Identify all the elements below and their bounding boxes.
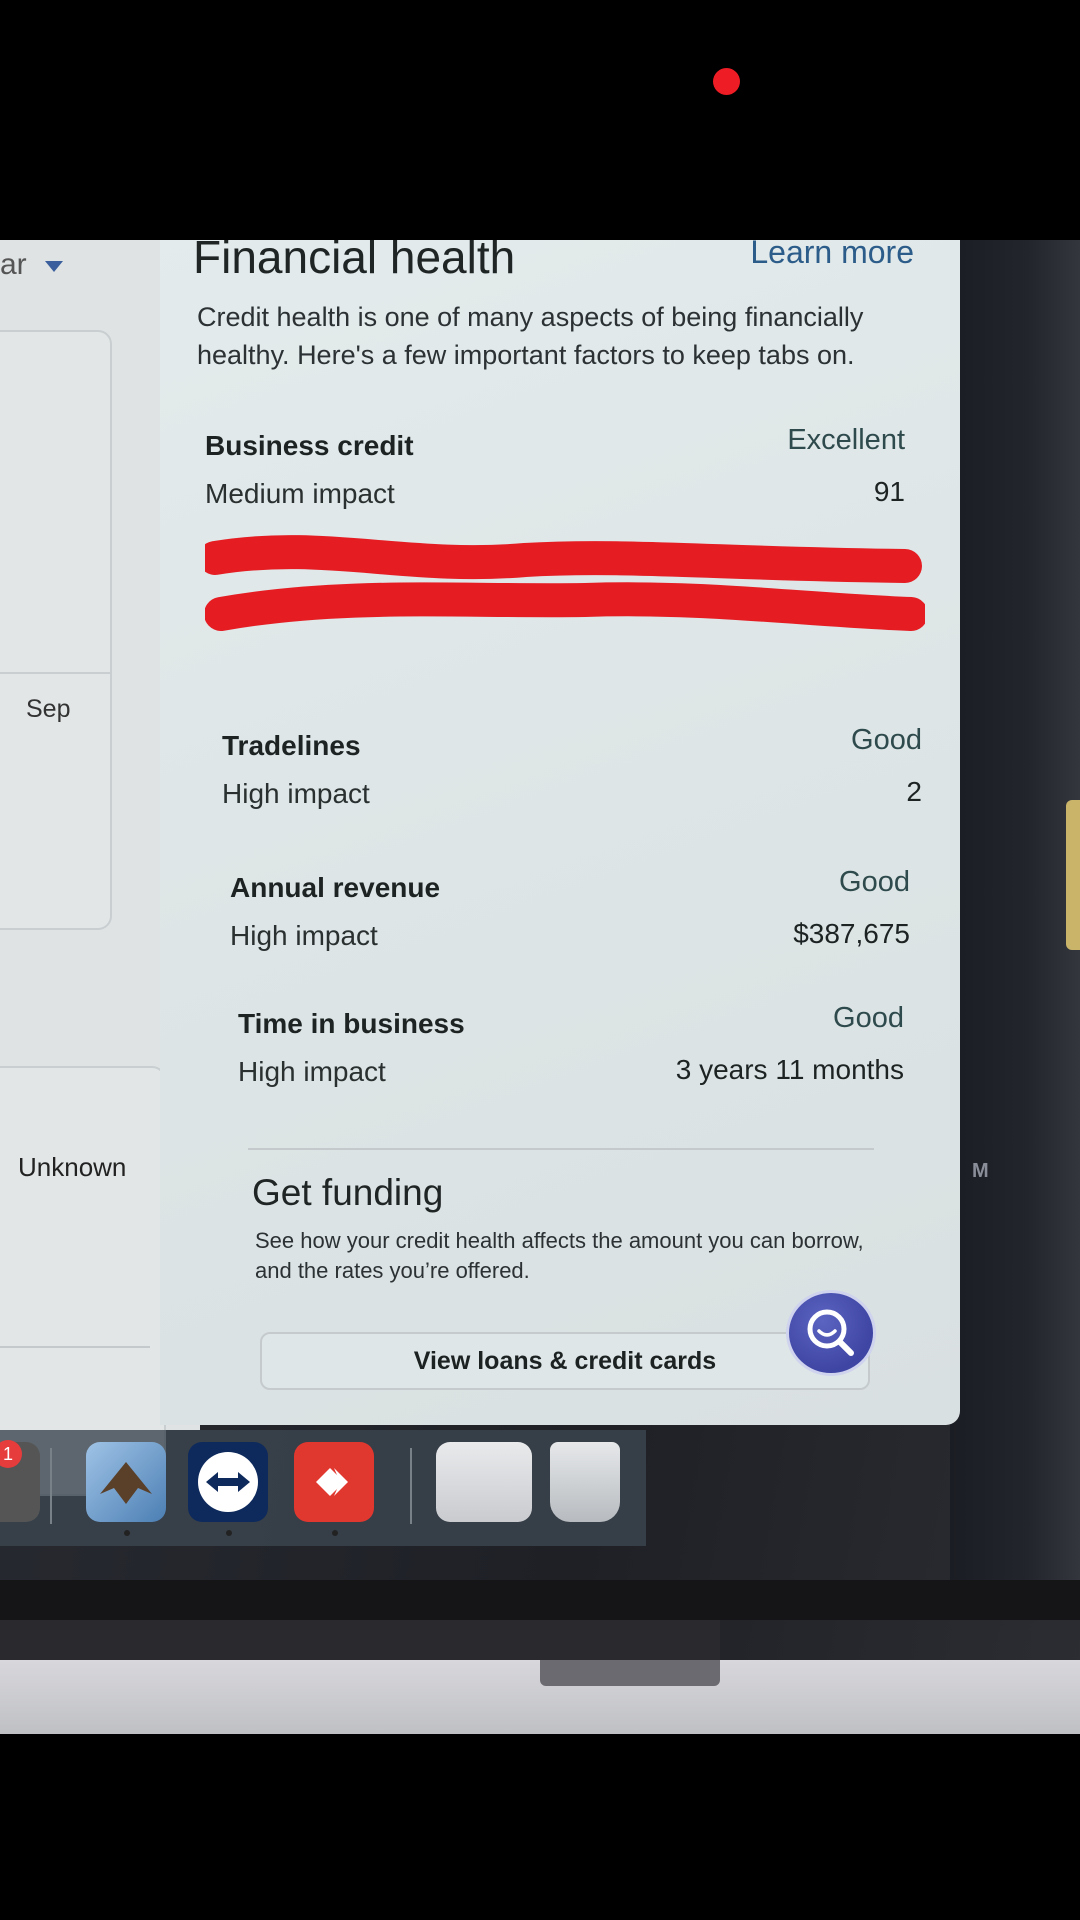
learn-more-link[interactable]: Learn more — [750, 240, 914, 271]
dock-separator — [410, 1448, 412, 1524]
factor-business-credit: Business credit Medium impact Excellent … — [205, 424, 905, 520]
period-dropdown[interactable]: ar — [0, 248, 63, 282]
factor-tradelines: Tradelines High impact Good 2 — [222, 724, 922, 820]
panel-description: Credit health is one of many aspects of … — [197, 302, 864, 370]
factor-rating: Good — [839, 866, 910, 898]
factor-name: Time in business — [238, 1008, 465, 1039]
status-label: Unknown — [18, 1152, 127, 1182]
factor-name: Tradelines — [222, 730, 361, 761]
factor-value: $387,675 — [793, 918, 910, 949]
dock-running-indicator — [124, 1530, 130, 1536]
factor-impact: High impact — [230, 920, 378, 951]
funding-title: Get funding — [252, 1172, 444, 1213]
left-card — [0, 330, 112, 930]
factor-value: 3 years 11 months — [675, 1054, 904, 1085]
factor-name: Business credit — [205, 430, 414, 461]
divider — [0, 1346, 150, 1348]
laptop-hinge — [0, 1580, 1080, 1620]
mail-app-icon[interactable] — [86, 1442, 166, 1522]
factor-rating: Good — [851, 724, 922, 756]
factor-impact: Medium impact — [205, 478, 395, 509]
redaction-scribble — [205, 535, 925, 631]
bezel-accent — [1066, 800, 1080, 950]
laptop-notch — [540, 1660, 720, 1686]
factor-value: 2 — [906, 776, 922, 807]
bezel-letter: M — [972, 1160, 989, 1182]
factor-rating: Good — [833, 1002, 904, 1034]
month-label: Sep — [26, 695, 71, 723]
recording-indicator — [713, 68, 740, 95]
factor-name: Annual revenue — [230, 872, 441, 903]
factor-impact: High impact — [222, 778, 370, 809]
factor-value: 91 — [873, 476, 905, 507]
dock: 1 — [0, 1430, 646, 1546]
laptop-bezel: M — [950, 240, 1080, 1600]
search-chat-icon — [807, 1309, 854, 1356]
anydesk-icon[interactable] — [294, 1442, 374, 1522]
trash-icon[interactable] — [550, 1442, 620, 1522]
factor-annual-revenue: Annual revenue High impact Good $387,675 — [230, 866, 910, 962]
funding-description: See how your credit health affects the a… — [255, 1228, 864, 1283]
dock-running-indicator — [332, 1530, 338, 1536]
panel-title: Financial health — [193, 240, 516, 283]
period-dropdown-label: ar — [0, 248, 27, 281]
view-loans-button[interactable]: View loans & credit cards — [260, 1332, 870, 1390]
chat-button[interactable] — [786, 1290, 876, 1376]
documents-stack-icon[interactable] — [436, 1442, 532, 1522]
dock-separator — [50, 1448, 52, 1524]
laptop-base — [0, 1660, 1080, 1734]
teamviewer-icon[interactable] — [188, 1442, 268, 1522]
chevron-down-icon — [44, 260, 63, 272]
factor-impact: High impact — [238, 1056, 386, 1087]
factor-rating: Excellent — [787, 424, 905, 456]
divider — [0, 672, 110, 674]
divider — [248, 1148, 874, 1150]
factor-time-in-business: Time in business High impact Good 3 year… — [238, 1002, 904, 1098]
dock-running-indicator — [226, 1530, 232, 1536]
screen-photo: M ar Sep Unknown Financial health Learn … — [0, 240, 1080, 1734]
